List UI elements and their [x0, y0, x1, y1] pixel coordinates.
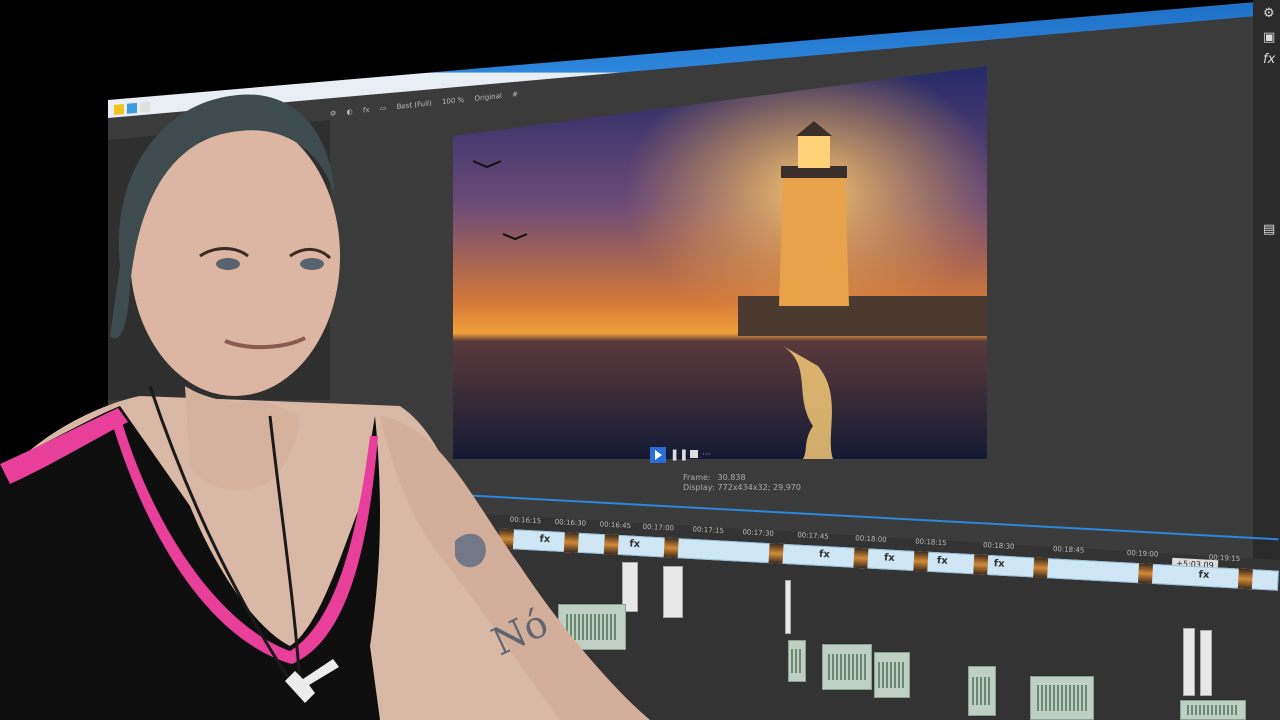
fx-icon[interactable]: fx: [1198, 569, 1209, 581]
ruler-tick: 00:18:00: [855, 534, 887, 544]
ruler-tick: 00:17:30: [742, 528, 775, 538]
clip-thumbnail: [973, 554, 989, 575]
fx-icon[interactable]: fx: [994, 558, 1005, 570]
frame-label: Frame:: [683, 473, 711, 482]
audio-clip[interactable]: [1183, 628, 1195, 696]
presenter-overlay: Nó: [0, 86, 670, 720]
ruler-tick: 00:18:45: [1052, 544, 1085, 555]
audio-clip[interactable]: [1030, 676, 1094, 720]
gear-icon[interactable]: ⚙: [1263, 6, 1275, 21]
audio-clip[interactable]: [874, 652, 910, 698]
clip-thumbnail: [768, 543, 784, 564]
clip-thumbnail: [1137, 563, 1154, 584]
audio-clip[interactable]: [785, 580, 791, 634]
window-icon[interactable]: ▣: [1263, 30, 1275, 45]
fx-icon[interactable]: fx: [819, 549, 830, 561]
screen: ⚙ ◐ fx ▭ Best (Full) 100 % Original # ⚙ …: [0, 0, 1280, 720]
clip-thumbnail: [1237, 568, 1253, 590]
stop-icon[interactable]: [687, 447, 703, 463]
more-icon[interactable]: ···: [702, 447, 718, 463]
preview-info: Frame: 30.838 Display: 772x434x32; 29,97…: [683, 473, 801, 493]
ruler-tick: 00:18:30: [982, 541, 1015, 551]
ruler-tick: 00:19:00: [1126, 548, 1159, 559]
ruler-tick: 00:17:45: [797, 531, 829, 541]
list-icon[interactable]: ▤: [1263, 222, 1275, 237]
display-label: Display:: [683, 483, 715, 492]
audio-clip[interactable]: [968, 666, 996, 716]
fx-panel-icon[interactable]: fx: [1263, 52, 1275, 67]
display-value: 772x434x32; 29,970: [717, 483, 801, 492]
clip-thumbnail: [1033, 557, 1049, 579]
audio-clip[interactable]: [822, 644, 872, 690]
fx-icon[interactable]: fx: [884, 552, 895, 564]
ruler-tick: 00:17:15: [692, 525, 725, 536]
pause-icon[interactable]: ❚❚: [670, 447, 688, 463]
audio-clip[interactable]: [1180, 700, 1246, 720]
audio-clip[interactable]: [788, 640, 806, 682]
ruler-tick: 00:18:15: [914, 537, 947, 548]
fx-icon[interactable]: fx: [937, 555, 948, 567]
clip-thumbnail: [913, 550, 929, 572]
clip-thumbnail: [853, 547, 869, 569]
right-panel: ⚙ ▣ fx ▤: [1253, 0, 1280, 560]
audio-clip[interactable]: [1200, 630, 1212, 696]
presenter-figure: Nó: [0, 94, 650, 720]
frame-value: 30.838: [717, 473, 746, 482]
